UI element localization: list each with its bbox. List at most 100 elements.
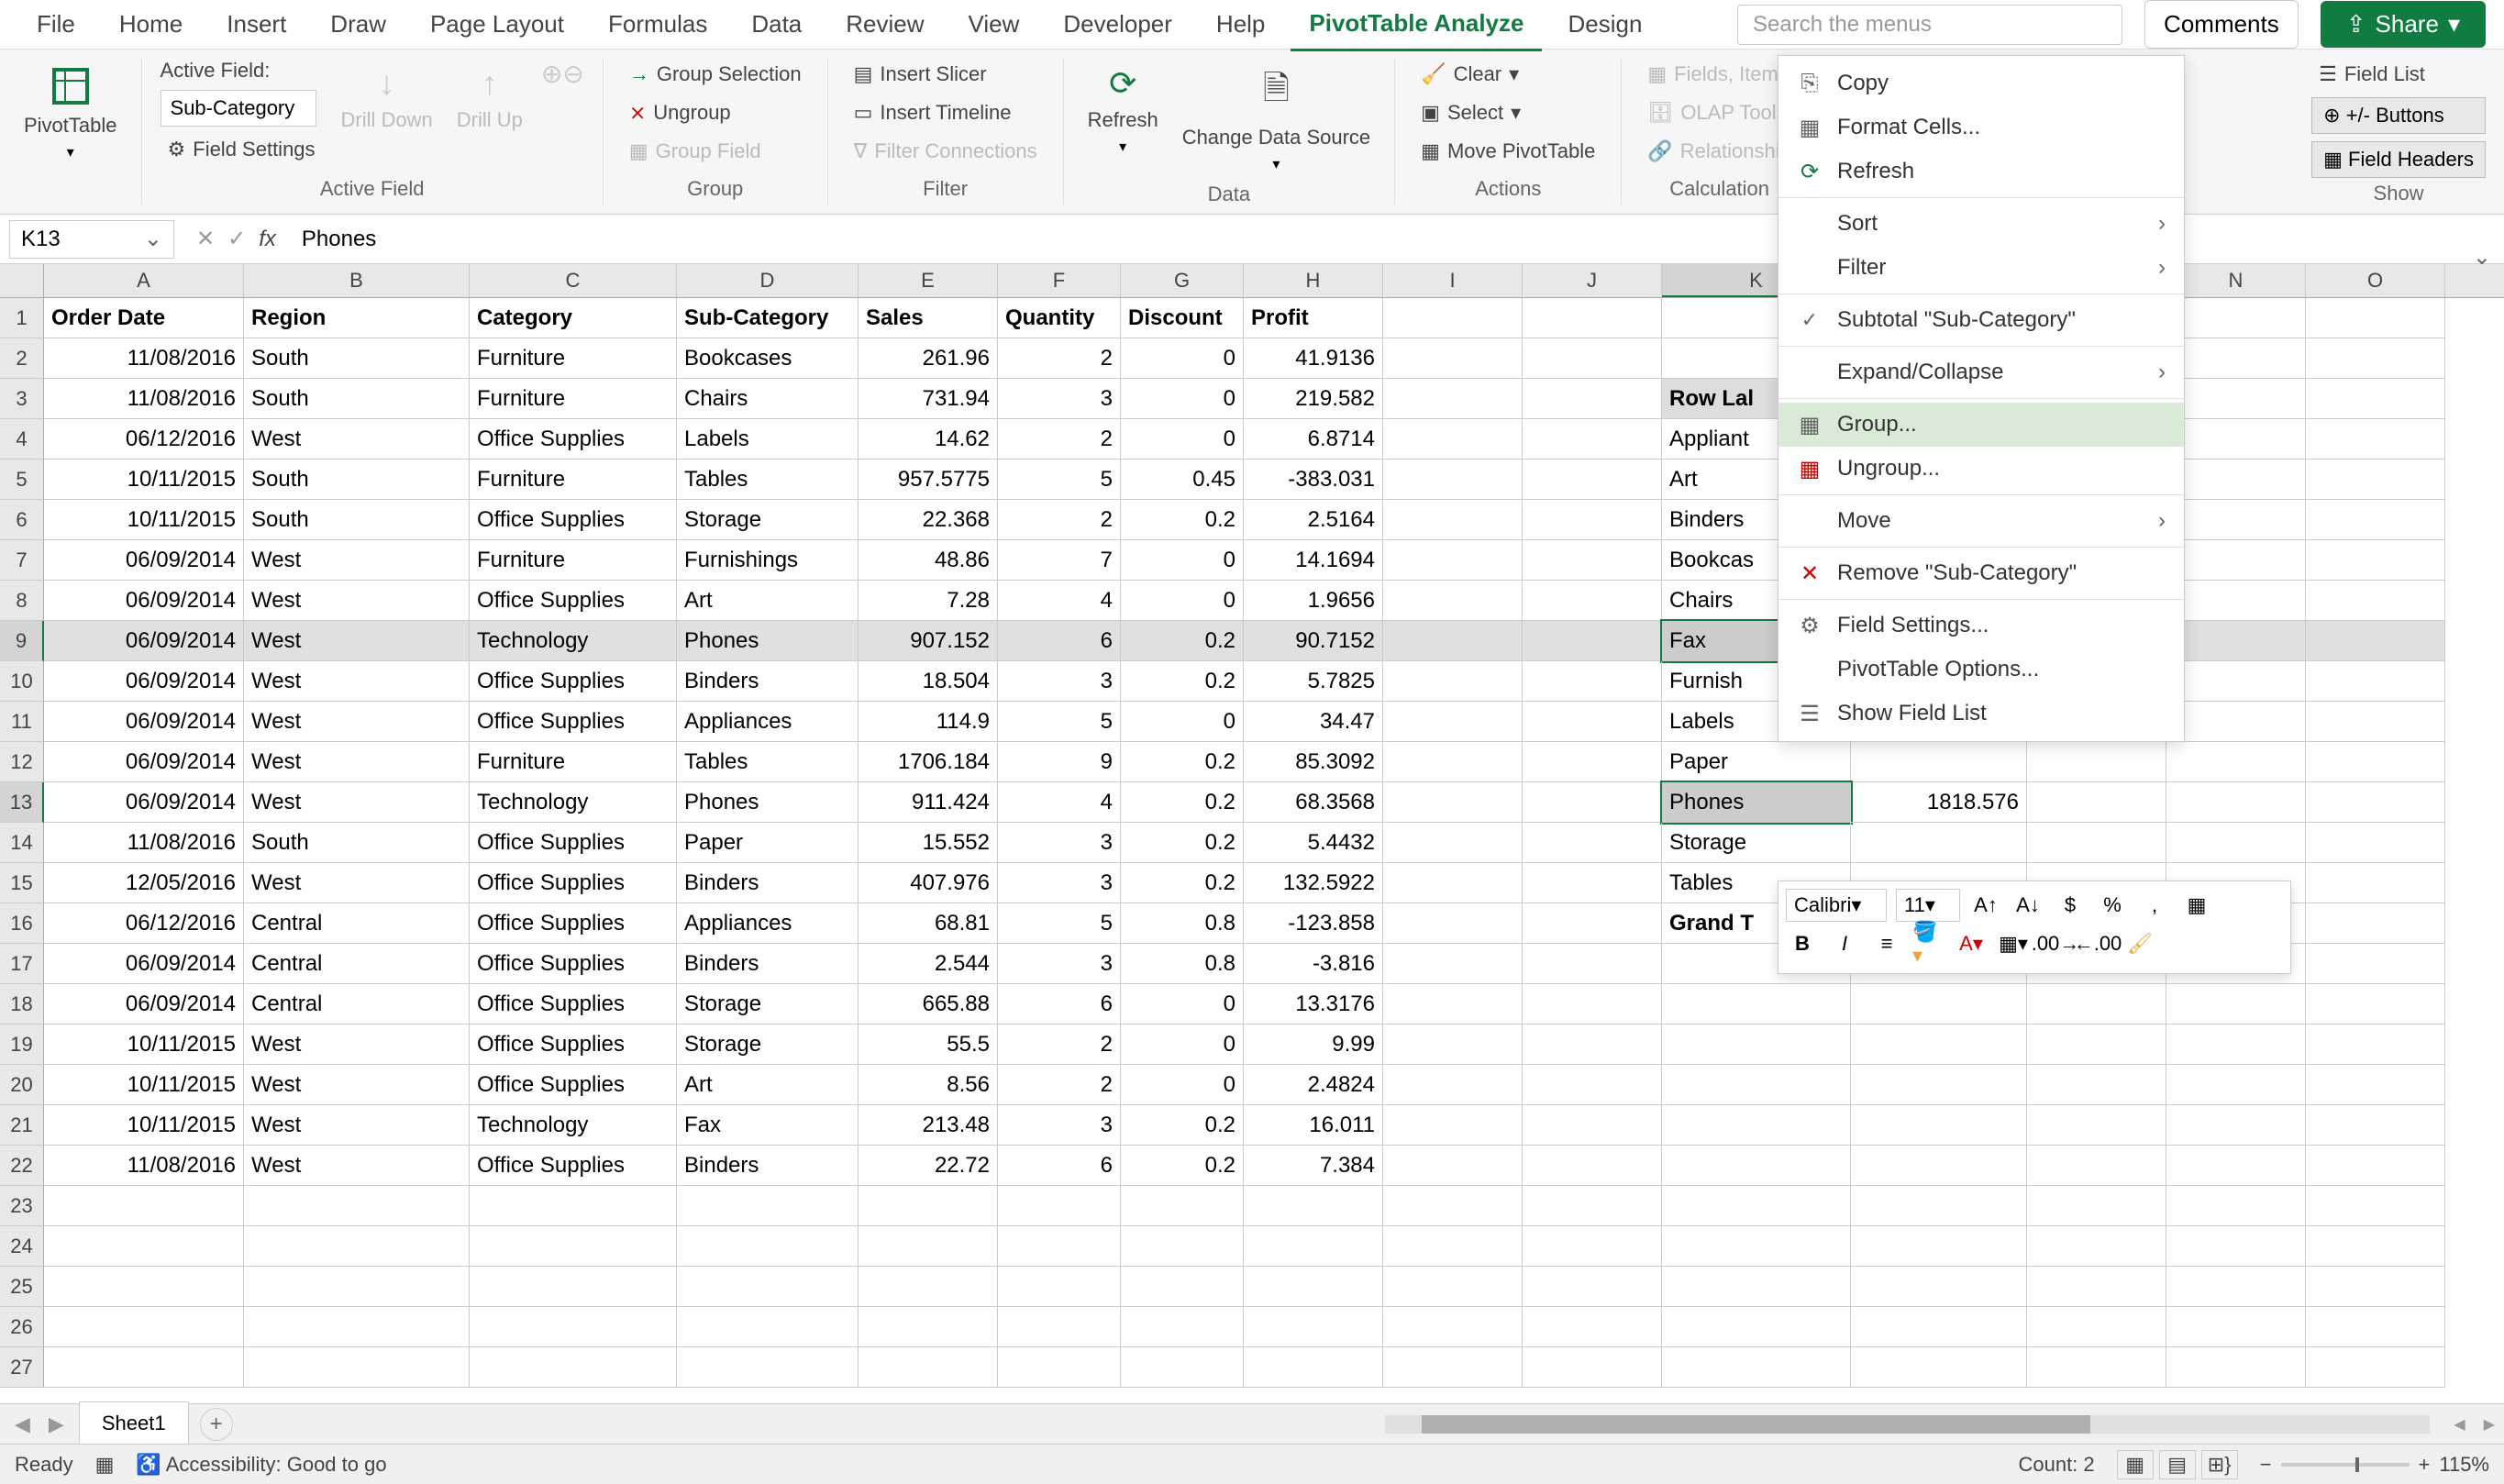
cell[interactable]: 2.5164 [1244, 500, 1383, 540]
tab-page-layout[interactable]: Page Layout [412, 0, 582, 50]
font-color-button[interactable]: A▾ [1955, 927, 1988, 960]
cell[interactable]: 06/09/2014 [44, 984, 244, 1024]
cell[interactable] [859, 1267, 998, 1307]
cell[interactable]: Office Supplies [470, 1146, 677, 1186]
increase-font-icon[interactable]: A↑ [1969, 889, 2002, 922]
cell[interactable]: 85.3092 [1244, 742, 1383, 782]
cell[interactable]: 15.552 [859, 823, 998, 863]
cell[interactable]: Office Supplies [470, 661, 677, 702]
cell[interactable]: Storage [677, 500, 859, 540]
cell[interactable]: 0 [1121, 581, 1244, 621]
cell[interactable]: 5.7825 [1244, 661, 1383, 702]
align-button[interactable]: ≡ [1870, 927, 1903, 960]
cell[interactable] [677, 1307, 859, 1347]
cell[interactable] [1523, 903, 1662, 944]
cell[interactable] [1383, 661, 1523, 702]
tab-pivottable-analyze[interactable]: PivotTable Analyze [1291, 0, 1542, 51]
cell[interactable]: 0.2 [1121, 823, 1244, 863]
cell[interactable] [2027, 782, 2166, 823]
cell[interactable]: 06/09/2014 [44, 621, 244, 661]
cell[interactable]: 5 [998, 903, 1121, 944]
ctx-pivottable-options[interactable]: PivotTable Options... [1778, 648, 2184, 692]
cell[interactable]: 7.28 [859, 581, 998, 621]
cell[interactable] [244, 1186, 470, 1226]
cell[interactable]: 2.4824 [1244, 1065, 1383, 1105]
cell[interactable] [1383, 1024, 1523, 1065]
cell[interactable] [859, 1307, 998, 1347]
cell[interactable] [1851, 984, 2027, 1024]
cell[interactable] [2306, 1105, 2445, 1146]
cell[interactable]: Chairs [677, 379, 859, 419]
cell[interactable]: 2.544 [859, 944, 998, 984]
format-table-icon[interactable]: ▦ [2180, 889, 2213, 922]
cell[interactable]: 0 [1121, 379, 1244, 419]
cell[interactable] [2166, 1186, 2306, 1226]
cell[interactable] [2306, 661, 2445, 702]
cell[interactable] [1523, 1105, 1662, 1146]
cell[interactable]: 0.8 [1121, 944, 1244, 984]
cell[interactable] [998, 1226, 1121, 1267]
clear-button[interactable]: 🧹Clear▾ [1413, 59, 1602, 90]
cell[interactable]: 06/12/2016 [44, 419, 244, 460]
row-header-15[interactable]: 15 [0, 863, 44, 903]
select-button[interactable]: ▣Select▾ [1413, 97, 1602, 128]
cell[interactable]: Central [244, 944, 470, 984]
tab-insert[interactable]: Insert [208, 0, 305, 50]
cell[interactable]: Profit [1244, 298, 1383, 338]
cell[interactable] [2166, 460, 2306, 500]
cell[interactable] [2027, 1024, 2166, 1065]
cell[interactable]: 55.5 [859, 1024, 998, 1065]
cell[interactable]: Sales [859, 298, 998, 338]
cell[interactable] [2306, 621, 2445, 661]
cell[interactable] [2166, 1347, 2306, 1388]
cell[interactable] [1851, 1226, 2027, 1267]
cell[interactable]: 0.8 [1121, 903, 1244, 944]
cell[interactable] [2306, 338, 2445, 379]
borders-button[interactable]: ▦▾ [1997, 927, 2030, 960]
cell[interactable] [998, 1307, 1121, 1347]
cell[interactable]: Phones [1662, 782, 1851, 823]
cell[interactable] [1244, 1186, 1383, 1226]
cell[interactable] [2027, 1226, 2166, 1267]
cell[interactable]: Tables [677, 460, 859, 500]
cell[interactable] [1121, 1226, 1244, 1267]
cell[interactable] [2306, 500, 2445, 540]
cell[interactable]: 10/11/2015 [44, 1105, 244, 1146]
cell[interactable]: Bookcases [677, 338, 859, 379]
row-header-3[interactable]: 3 [0, 379, 44, 419]
cell[interactable]: 9 [998, 742, 1121, 782]
cell[interactable] [998, 1186, 1121, 1226]
tab-file[interactable]: File [18, 0, 94, 50]
active-field-input[interactable]: Sub-Category [161, 90, 316, 127]
cell[interactable]: West [244, 419, 470, 460]
cell[interactable]: Quantity [998, 298, 1121, 338]
cell[interactable]: Technology [470, 1105, 677, 1146]
cell[interactable]: 731.94 [859, 379, 998, 419]
select-all-corner[interactable] [0, 264, 44, 297]
cell[interactable]: 06/12/2016 [44, 903, 244, 944]
add-sheet-button[interactable]: + [200, 1408, 233, 1441]
row-header-19[interactable]: 19 [0, 1024, 44, 1065]
cell[interactable] [859, 1226, 998, 1267]
cell[interactable] [1383, 823, 1523, 863]
col-header-f[interactable]: F [998, 264, 1121, 297]
cell[interactable]: 261.96 [859, 338, 998, 379]
cell[interactable] [470, 1347, 677, 1388]
cell[interactable] [1121, 1186, 1244, 1226]
cell[interactable]: Art [677, 1065, 859, 1105]
cell[interactable] [2306, 1226, 2445, 1267]
cell[interactable]: Office Supplies [470, 419, 677, 460]
cell[interactable]: 3 [998, 823, 1121, 863]
row-header-18[interactable]: 18 [0, 984, 44, 1024]
cell[interactable]: Binders [677, 863, 859, 903]
cell[interactable]: Order Date [44, 298, 244, 338]
cell[interactable]: 665.88 [859, 984, 998, 1024]
cell[interactable] [1383, 419, 1523, 460]
cell[interactable] [1851, 1146, 2027, 1186]
cell[interactable]: West [244, 661, 470, 702]
row-header-9[interactable]: 9 [0, 621, 44, 661]
cell[interactable]: 0 [1121, 338, 1244, 379]
cell[interactable]: 1706.184 [859, 742, 998, 782]
cell[interactable]: 132.5922 [1244, 863, 1383, 903]
cell[interactable]: 12/05/2016 [44, 863, 244, 903]
